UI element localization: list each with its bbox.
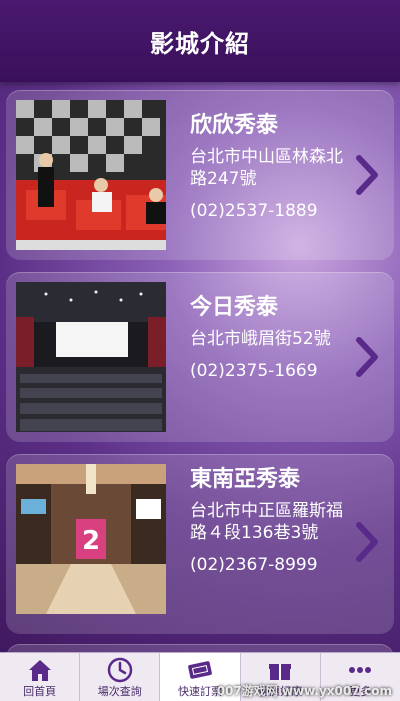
tab-label: 回首頁 bbox=[23, 685, 57, 698]
app-header: 影城介紹 bbox=[0, 0, 400, 82]
cinema-name: 今日秀泰 bbox=[190, 295, 279, 320]
cinema-card[interactable]: 2 東南亞秀泰 台北市中正區羅斯福路４段136巷3號 (02)2367-8999 bbox=[6, 454, 394, 634]
cinema-list[interactable]: 欣欣秀泰 台北市中山區林森北路247號 (02)2537-1889 今日秀泰 台… bbox=[0, 82, 400, 652]
cinema-photo bbox=[16, 282, 166, 432]
more-icon bbox=[349, 667, 372, 673]
cinema-info: 東南亞秀泰 台北市中正區羅斯福路４段136巷3號 (02)2367-8999 bbox=[190, 466, 348, 576]
ticket-icon bbox=[188, 661, 212, 679]
page-title: 影城介紹 bbox=[150, 29, 250, 58]
cinema-card[interactable] bbox=[6, 644, 394, 652]
cinema-card[interactable]: 今日秀泰 台北市峨眉街52號 (02)2375-1669 bbox=[6, 272, 394, 442]
home-icon bbox=[28, 660, 51, 681]
cinema-phone[interactable]: (02)2537-1889 bbox=[190, 200, 348, 222]
svg-text:2: 2 bbox=[82, 526, 100, 556]
cinema-info: 今日秀泰 台北市峨眉街52號 (02)2375-1669 bbox=[190, 294, 348, 382]
cinema-address: 台北市中正區羅斯福路４段136巷3號 bbox=[190, 501, 343, 543]
cinema-name: 東南亞秀泰 bbox=[190, 467, 301, 492]
tab-home[interactable]: 回首頁 bbox=[0, 653, 81, 701]
tab-label: 快速訂票 bbox=[178, 685, 222, 698]
cinema-info: 欣欣秀泰 台北市中山區林森北路247號 (02)2537-1889 bbox=[190, 112, 348, 222]
chevron-right-icon[interactable] bbox=[356, 155, 378, 195]
cinema-address: 台北市中山區林森北路247號 bbox=[190, 147, 343, 189]
cinema-card[interactable]: 欣欣秀泰 台北市中山區林森北路247號 (02)2537-1889 bbox=[6, 90, 394, 260]
cinema-phone[interactable]: (02)2367-8999 bbox=[190, 554, 348, 576]
tab-label: 場次查詢 bbox=[97, 685, 142, 698]
watermark: 007游戏网 www.yx007.com bbox=[216, 684, 392, 698]
chevron-right-icon[interactable] bbox=[356, 337, 378, 377]
chevron-right-icon[interactable] bbox=[356, 522, 378, 562]
cinema-photo: 2 bbox=[16, 464, 166, 614]
cinema-phone[interactable]: (02)2375-1669 bbox=[190, 360, 348, 382]
gift-icon bbox=[269, 664, 292, 680]
tab-showtimes[interactable]: 場次查詢 bbox=[80, 653, 161, 701]
cinema-name: 欣欣秀泰 bbox=[190, 113, 279, 138]
cinema-photo bbox=[16, 100, 166, 250]
cinema-address: 台北市峨眉街52號 bbox=[190, 329, 331, 349]
clock-icon bbox=[107, 657, 133, 683]
bottom-tab-bar: 回首頁 場次查詢 快速訂票 優惠好康 更多 007游戏网 www.yx007.c… bbox=[0, 652, 400, 701]
